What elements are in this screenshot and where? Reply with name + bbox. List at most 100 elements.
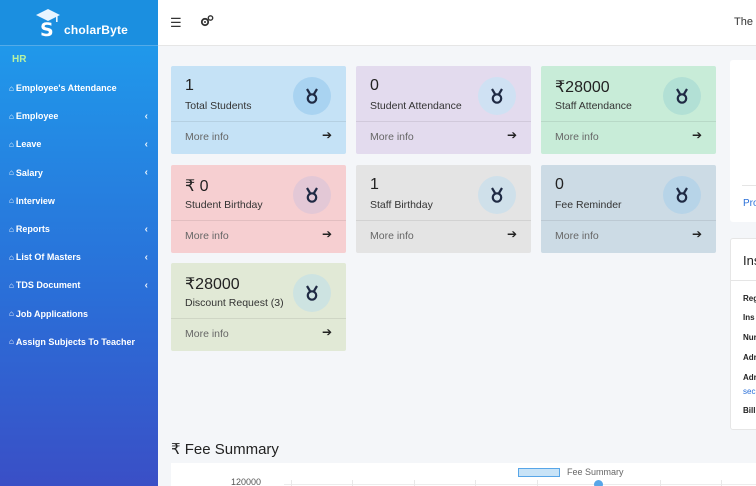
- stat-card-total-students: 1 Total Students More info ➔: [171, 66, 346, 154]
- stat-label: Total Students: [185, 100, 252, 112]
- arrow-right-icon[interactable]: ➔: [692, 128, 702, 142]
- chevron-left-icon: ‹: [144, 167, 148, 179]
- more-info-link[interactable]: More info: [370, 131, 414, 143]
- sidebar-item-label: Leave: [15, 139, 42, 150]
- topbar: ☰ The: [158, 0, 756, 46]
- card-divider: [541, 220, 716, 221]
- info-row-label: Nur: [743, 333, 756, 342]
- panel-divider: [742, 185, 756, 186]
- more-info-link[interactable]: More info: [555, 131, 599, 143]
- sidebar-item-label: Job Applications: [15, 308, 89, 319]
- gridline: [660, 480, 661, 486]
- sidebar-item-assign-subjects-to-teacher[interactable]: ⌂ Assign Subjects To Teacher: [0, 328, 158, 356]
- home-icon: ⌂: [9, 196, 14, 206]
- chevron-left-icon: ‹: [144, 138, 148, 150]
- sidebar-item-label: Interview: [15, 195, 55, 206]
- sidebar-section-hr: HR: [12, 54, 27, 65]
- home-icon: ⌂: [9, 309, 14, 319]
- settings-gears-icon[interactable]: [200, 14, 214, 28]
- medal-icon: [663, 176, 701, 214]
- arrow-right-icon[interactable]: ➔: [322, 128, 332, 142]
- medal-icon: [293, 77, 331, 115]
- arrow-right-icon[interactable]: ➔: [692, 227, 702, 241]
- card-divider: [171, 318, 346, 319]
- sidebar-item-interview[interactable]: ⌂ Interview: [0, 187, 158, 215]
- medal-icon: [293, 274, 331, 312]
- sidebar-item-label: Employee: [15, 111, 59, 122]
- stat-label: Student Attendance: [370, 100, 462, 112]
- stat-label: Discount Request (3): [185, 297, 284, 309]
- sidebar-item-reports[interactable]: ⌂ Reports ‹: [0, 215, 158, 243]
- fee-summary-title: ₹ Fee Summary: [171, 441, 279, 458]
- sidebar-item-leave[interactable]: ⌂ Leave ‹: [0, 130, 158, 158]
- stat-value: ₹28000: [185, 276, 240, 293]
- info-row-link[interactable]: sec: [743, 387, 755, 396]
- sidebar-item-employee[interactable]: ⌂ Employee ‹: [0, 102, 158, 130]
- sidebar-item-list-of-masters[interactable]: ⌂ List Of Masters ‹: [0, 243, 158, 271]
- home-icon: ⌂: [9, 168, 14, 178]
- home-icon: ⌂: [9, 224, 14, 234]
- chevron-left-icon: ‹: [144, 251, 148, 263]
- chevron-left-icon: ‹: [144, 110, 148, 122]
- stat-card-student-attendance: 0 Student Attendance More info ➔: [356, 66, 531, 154]
- brand[interactable]: S cholarByte: [0, 0, 158, 46]
- card-divider: [171, 121, 346, 122]
- card-divider: [171, 220, 346, 221]
- sidebar: S cholarByte HR ⌂ Employee's Attendance ⌂ E…: [0, 0, 158, 486]
- gridline: [352, 480, 353, 486]
- gridline: [537, 480, 538, 486]
- topbar-title: The: [734, 16, 753, 28]
- brand-name: cholarByte: [64, 22, 129, 37]
- stat-value: 1: [185, 77, 194, 94]
- stat-card-staff-attendance: ₹28000 Staff Attendance More info ➔: [541, 66, 716, 154]
- hamburger-menu-icon[interactable]: ☰: [170, 15, 182, 31]
- institute-panel-title: Ins: [743, 253, 756, 268]
- more-info-link[interactable]: More info: [185, 131, 229, 143]
- home-icon: ⌂: [9, 111, 14, 121]
- sidebar-item-employee-s-attendance[interactable]: ⌂ Employee's Attendance: [0, 74, 158, 102]
- profile-link[interactable]: Pro: [743, 198, 756, 209]
- arrow-right-icon[interactable]: ➔: [507, 128, 517, 142]
- gridline: [721, 480, 722, 486]
- stat-value: 0: [370, 77, 379, 94]
- info-row-label: Ins: [743, 313, 755, 322]
- chevron-left-icon: ‹: [144, 223, 148, 235]
- fee-summary-chart: Fee Summary 120000: [171, 463, 756, 486]
- more-info-link[interactable]: More info: [370, 230, 414, 242]
- medal-icon: [293, 176, 331, 214]
- stat-value: ₹28000: [555, 79, 610, 96]
- sidebar-item-salary[interactable]: ⌂ Salary ‹: [0, 159, 158, 187]
- panel-divider: [731, 280, 756, 281]
- stat-value: 1: [370, 176, 379, 193]
- graduation-cap-logo-icon: S: [36, 9, 60, 38]
- arrow-right-icon[interactable]: ➔: [507, 227, 517, 241]
- card-divider: [541, 121, 716, 122]
- medal-icon: [478, 77, 516, 115]
- card-divider: [356, 220, 531, 221]
- gridline: [475, 480, 476, 486]
- legend-label: Fee Summary: [567, 467, 624, 477]
- more-info-link[interactable]: More info: [185, 328, 229, 340]
- more-info-link[interactable]: More info: [185, 230, 229, 242]
- chevron-left-icon: ‹: [144, 279, 148, 291]
- sidebar-item-tds-document[interactable]: ⌂ TDS Document ‹: [0, 271, 158, 299]
- stat-card-staff-birthday: 1 Staff Birthday More info ➔: [356, 165, 531, 253]
- medal-icon: [663, 77, 701, 115]
- sidebar-item-label: Reports: [15, 224, 50, 235]
- legend-swatch[interactable]: [518, 468, 560, 477]
- brand-initial: S: [40, 19, 54, 38]
- stat-label: Staff Attendance: [555, 100, 632, 112]
- sidebar-item-label: Assign Subjects To Teacher: [15, 336, 136, 347]
- stat-label: Staff Birthday: [370, 199, 433, 211]
- data-point[interactable]: [594, 480, 603, 486]
- arrow-right-icon[interactable]: ➔: [322, 325, 332, 339]
- sidebar-item-job-applications[interactable]: ⌂ Job Applications: [0, 300, 158, 328]
- medal-icon: [478, 176, 516, 214]
- sidebar-nav: ⌂ Employee's Attendance ⌂ Employee ‹ ⌂ Leave ‹ ⌂…: [0, 74, 158, 356]
- gridline: [414, 480, 415, 486]
- stat-value: ₹ 0: [185, 178, 209, 195]
- sidebar-item-label: Employee's Attendance: [15, 83, 117, 94]
- more-info-link[interactable]: More info: [555, 230, 599, 242]
- stat-card-discount-request-3: ₹28000 Discount Request (3) More info ➔: [171, 263, 346, 351]
- arrow-right-icon[interactable]: ➔: [322, 227, 332, 241]
